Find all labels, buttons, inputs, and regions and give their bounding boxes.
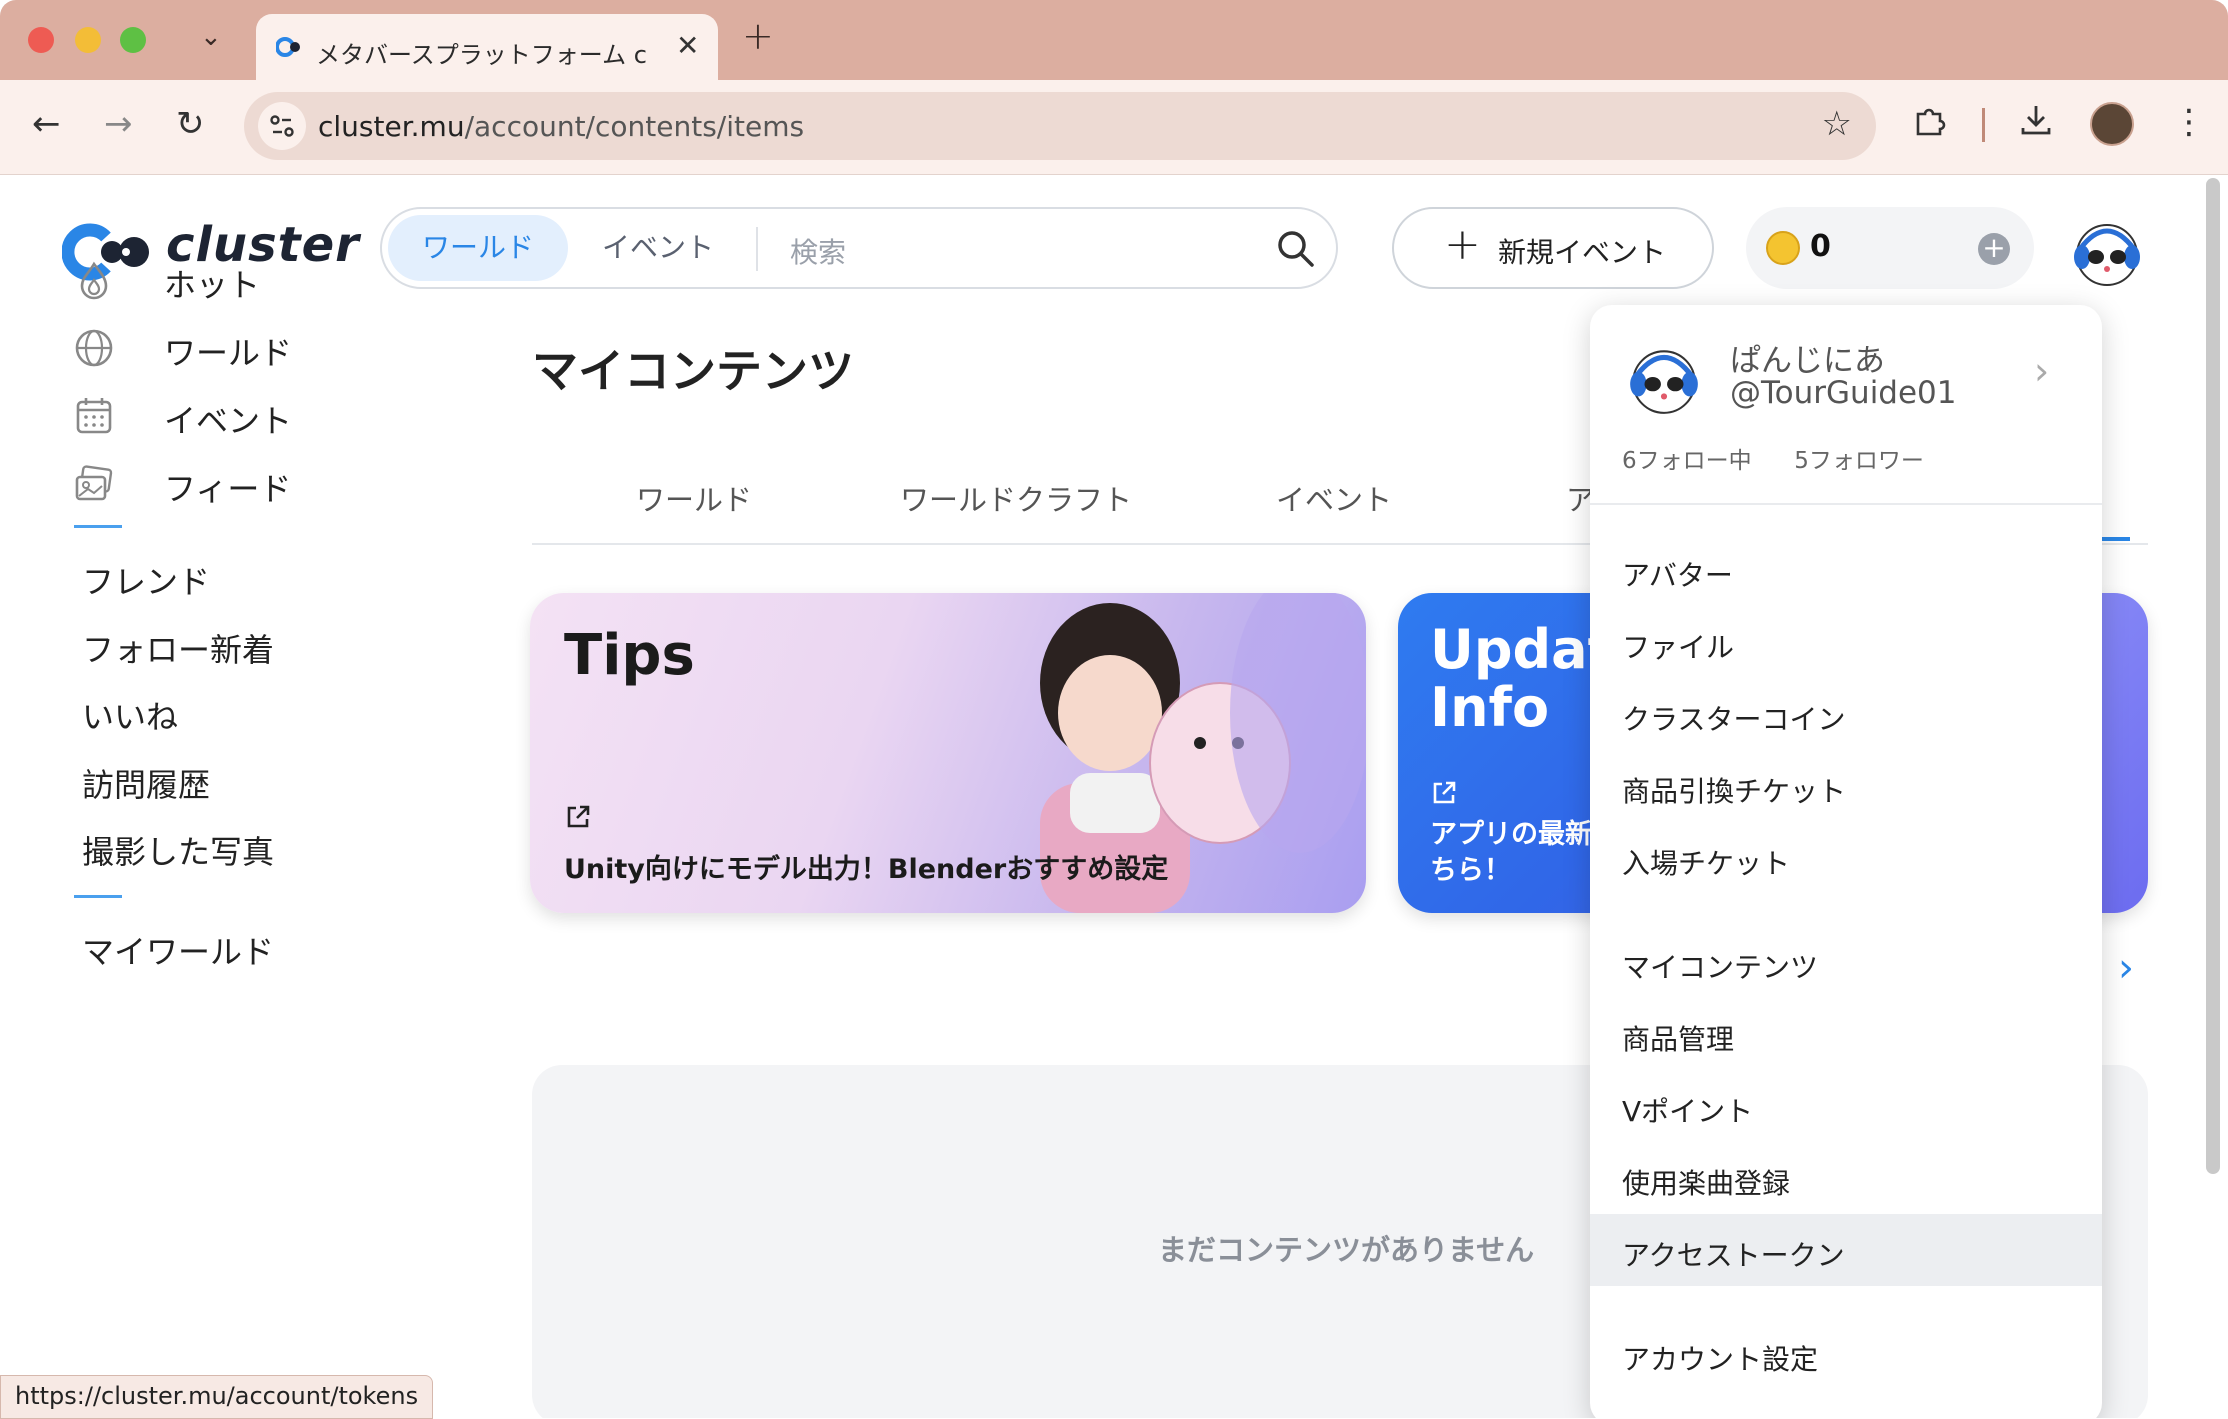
download-icon[interactable] [2018,102,2054,147]
coin-count: 0 [1810,229,1831,264]
browser-tab-active[interactable]: メタバースプラットフォーム cluster ✕ [256,14,718,80]
profile-avatar [1630,350,1698,414]
external-link-icon [567,805,590,828]
profile-name: ぱんじにあ [1730,343,1885,379]
menu-item-exchange-ticket[interactable]: 商品引換チケット [1590,750,2102,822]
page-scrollbar[interactable] [2206,178,2220,1174]
page-title: マイコンテンツ [532,344,854,398]
menu-item-music-registration[interactable]: 使用楽曲登録 [1590,1142,2102,1214]
carousel-next-chevron-icon[interactable]: › [2118,945,2134,991]
sidebar-link-photos[interactable]: 撮影した写真 [82,827,274,873]
search-tab-event[interactable]: イベント [568,215,748,281]
close-window-button[interactable] [28,27,54,53]
dropdown-divider [1590,503,2102,505]
menu-item-product-management[interactable]: 商品管理 [1590,998,2102,1070]
sidebar-divider [74,895,122,898]
flame-icon [80,261,108,300]
tab-close-icon[interactable]: ✕ [676,29,699,62]
banner-title: Tips [564,623,695,688]
sidebar-link-likes[interactable]: いいね [82,692,178,738]
add-coin-icon[interactable]: + [1978,233,2010,265]
tab-event[interactable]: イベント [1276,477,1392,519]
back-arrow-icon[interactable]: ← [32,104,61,144]
banner-title: Updat Info [1430,618,1614,739]
sidebar-link-follow-new[interactable]: フォロー新着 [82,625,274,671]
search-icon[interactable] [1274,227,1318,271]
coin-icon [1766,231,1800,265]
sidebar-link-friends[interactable]: フレンド [82,557,210,603]
browser-profile-avatar[interactable] [2090,102,2134,146]
sidebar-item-label: ワールド [164,334,293,372]
reload-icon[interactable]: ↻ [176,104,205,144]
forward-arrow-icon[interactable]: → [104,104,133,144]
search-tab-world[interactable]: ワールド [388,215,569,281]
new-event-label: 新規イベント [1498,236,1667,269]
url-text: cluster.mu/account/contents/items [318,110,805,143]
tab-world[interactable]: ワールド [636,477,752,519]
bookmark-star-icon[interactable]: ☆ [1822,104,1852,144]
menu-item-my-contents[interactable]: マイコンテンツ [1590,926,2102,998]
sidebar-link-history[interactable]: 訪問履歴 [82,760,210,806]
calendar-icon [76,398,112,434]
page: cluster ワールド イベント 検索 + 新規イベント 0 + ホット ワー… [0,175,2228,1418]
menu-item-cluster-coin[interactable]: クラスターコイン [1590,678,2102,750]
followers-count[interactable]: 5フォロワー [1794,448,1924,474]
sidebar-item-label: イベント [164,402,293,440]
profile-header[interactable]: ぱんじにあ @TourGuide01 › 6フォロー中 5フォロワー [1590,305,2102,495]
feed-icon [75,465,113,501]
maximize-window-button[interactable] [120,27,146,53]
search-input[interactable]: 検索 [790,231,846,271]
menu-item-avatar[interactable]: アバター [1590,534,2102,606]
sidebar-link-my-world[interactable]: マイワールド [82,927,274,973]
menu-item-files[interactable]: ファイル [1590,606,2102,678]
cluster-coin-balance[interactable]: 0 + [1746,207,2034,289]
follow-stats: 6フォロー中 5フォロワー [1622,441,1924,475]
sidebar-divider [74,525,122,528]
external-link-icon [1433,781,1456,804]
menu-item-v-point[interactable]: Vポイント [1590,1070,2102,1142]
new-tab-button[interactable]: + [742,14,774,58]
banner-tips[interactable]: Tips Unity向けにモデル出力！Blenderおすすめ設定 [530,593,1366,913]
minimize-window-button[interactable] [75,27,101,53]
plus-icon: + [1444,219,1481,270]
status-bar-url: https://cluster.mu/account/tokens [0,1375,434,1419]
toolbar-divider [1982,108,1985,142]
empty-state-text: まだコンテンツがありません [1158,1233,1535,1267]
sidebar-item-label: フィード [164,470,292,508]
new-event-button[interactable]: + 新規イベント [1392,207,1714,289]
account-dropdown-menu: ぱんじにあ @TourGuide01 › 6フォロー中 5フォロワー アバター … [1590,305,2102,1418]
globe-icon [75,329,113,367]
menu-item-access-token[interactable]: アクセストークン [1590,1214,2102,1286]
menu-item-account-settings[interactable]: アカウント設定 [1590,1318,2102,1390]
following-count[interactable]: 6フォロー中 [1622,448,1752,474]
cluster-favicon-icon [276,37,300,57]
user-avatar[interactable] [2068,215,2146,289]
more-menu-icon[interactable]: ⋮ [2172,102,2206,142]
search-divider [756,227,758,271]
menu-item-entry-ticket[interactable]: 入場チケット [1590,822,2102,894]
sidebar-item-label: ホット [164,266,261,304]
browser-toolbar: ← → ↻ cluster.mu/account/contents/items … [0,80,2228,175]
banner-description: アプリの最新 ちら！ [1430,819,1592,886]
chevron-right-icon: › [2034,349,2050,393]
banner-description: Unity向けにモデル出力！Blenderおすすめ設定 [564,854,1169,885]
browser-tab-bar: ⌄ メタバースプラットフォーム cluster ✕ + [0,0,2228,80]
site-settings-icon[interactable] [258,102,306,150]
tab-world-craft[interactable]: ワールドクラフト [900,477,1132,519]
address-bar[interactable]: cluster.mu/account/contents/items ☆ [244,92,1876,160]
tab-title: メタバースプラットフォーム cluster [316,41,648,69]
search-bar: ワールド イベント 検索 [380,207,1338,289]
profile-handle: @TourGuide01 [1730,375,1957,411]
tab-search-chevron-icon[interactable]: ⌄ [200,22,222,52]
extensions-puzzle-icon[interactable] [1912,102,1948,147]
